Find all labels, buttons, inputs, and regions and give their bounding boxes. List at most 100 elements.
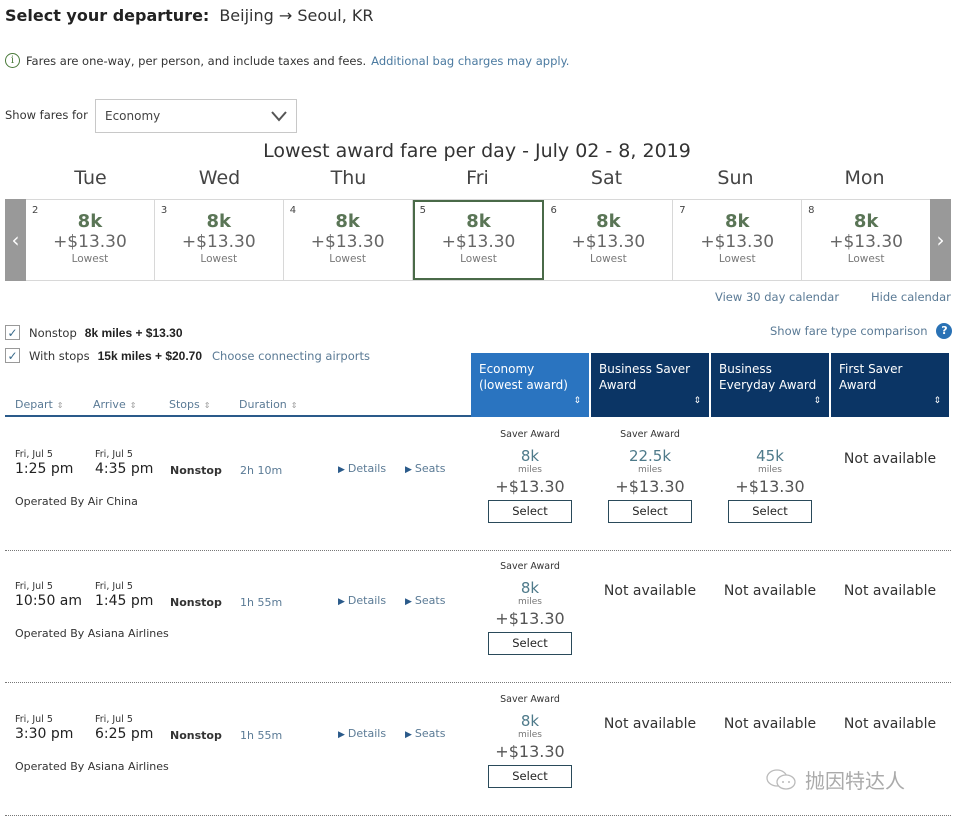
- fare-type: [711, 429, 829, 443]
- fare-cell: 45k miles +$13.30 Select: [711, 429, 829, 523]
- day-price: +$13.30: [571, 232, 646, 252]
- operator: Operated By Air China: [15, 495, 138, 508]
- day-note: Lowest: [200, 253, 238, 265]
- calendar-strip: ‹ 2 8k +$13.30 Lowest 3 8k +$13.30 Lowest 4 8k +$1…: [5, 199, 951, 281]
- day-note: Lowest: [460, 253, 497, 265]
- fare-header-business-saver[interactable]: Business Saver Award ⇕: [591, 353, 709, 417]
- arrive-date: Fri, Jul 5: [95, 449, 133, 460]
- calendar-next-button[interactable]: ›: [930, 199, 951, 281]
- day-note: Lowest: [590, 253, 627, 265]
- chat-bubbles-icon: [766, 768, 796, 790]
- fare-cell: Not available: [831, 561, 949, 599]
- chevron-right-icon: ›: [936, 228, 945, 252]
- seats-link[interactable]: ▶ Seats: [405, 462, 445, 475]
- sort-icon: ⇕: [693, 396, 701, 406]
- with-stops-checkbox[interactable]: ✓: [5, 348, 20, 363]
- calendar-prev-button[interactable]: ‹: [5, 199, 26, 281]
- day-date: 6: [550, 205, 557, 216]
- bag-charges-link[interactable]: Additional bag charges may apply.: [371, 54, 569, 68]
- nonstop-checkbox[interactable]: ✓: [5, 325, 20, 340]
- column-label: Arrive: [93, 398, 126, 411]
- day-name: Sat: [590, 167, 623, 189]
- info-icon: i: [5, 53, 20, 68]
- column-label: Depart: [15, 398, 53, 411]
- details-link[interactable]: ▶ Details: [338, 727, 386, 740]
- select-fare-button[interactable]: Select: [488, 500, 572, 523]
- day-miles: 8k: [335, 211, 360, 232]
- details-link[interactable]: ▶ Details: [338, 594, 386, 607]
- fare-header-economy[interactable]: Economy (lowest award) ⇕: [471, 353, 589, 417]
- fare-type-comparison-link[interactable]: Show fare type comparison: [770, 324, 927, 338]
- row-divider: [5, 815, 951, 816]
- operator: Operated By Asiana Airlines: [15, 627, 169, 640]
- calendar-days: 2 8k +$13.30 Lowest 3 8k +$13.30 Lowest 4 8k +$13.…: [26, 199, 931, 281]
- fare-cell: Saver Award 8k miles +$13.30 Select: [471, 429, 589, 523]
- calendar-day-mon[interactable]: 8 8k +$13.30 Lowest: [802, 200, 931, 280]
- help-icon[interactable]: ?: [936, 323, 953, 339]
- select-fare-button[interactable]: Select: [728, 500, 812, 523]
- fare-miles: 45k: [756, 447, 784, 465]
- select-fare-button[interactable]: Select: [488, 765, 572, 788]
- fare-header-first-saver[interactable]: First Saver Award ⇕: [831, 353, 949, 417]
- day-miles: 8k: [853, 211, 879, 232]
- sort-icon: ⇕: [933, 396, 941, 406]
- sort-stops[interactable]: Stops ⇕: [169, 398, 239, 411]
- fare-cell: Not available: [831, 429, 949, 467]
- sort-arrive[interactable]: Arrive ⇕: [93, 398, 169, 411]
- day-miles: 8k: [206, 211, 232, 232]
- select-fare-button[interactable]: Select: [488, 632, 572, 655]
- choose-connecting-airports-link[interactable]: Choose connecting airports: [212, 349, 370, 363]
- calendar-day-sun[interactable]: 7 8k +$13.30 Lowest: [673, 200, 803, 280]
- sort-depart[interactable]: Depart ⇕: [15, 398, 93, 411]
- sort-icon: ⇕: [573, 396, 581, 406]
- fare-header-business-everyday[interactable]: Business Everyday Award ⇕: [711, 353, 829, 417]
- depart-date: Fri, Jul 5: [15, 714, 53, 725]
- day-date: 4: [289, 205, 297, 216]
- calendar-day-tue[interactable]: 2 8k +$13.30 Lowest: [26, 200, 155, 280]
- with-stops-summary: 15k miles + $20.70: [97, 348, 203, 363]
- cabin-select[interactable]: Economy: [95, 99, 297, 133]
- depart-date: Fri, Jul 5: [15, 581, 53, 592]
- day-price: +$13.30: [829, 232, 903, 252]
- fare-header-label: Business Saver Award: [599, 362, 691, 392]
- hide-calendar-link[interactable]: Hide calendar: [871, 290, 951, 304]
- fare-header-label: First Saver Award: [839, 362, 903, 392]
- fare-cell: Not available: [591, 694, 709, 732]
- fare-type: Saver Award: [620, 429, 680, 440]
- duration: 2h 10m: [240, 464, 283, 477]
- fare-cell: Saver Award 8k miles +$13.30 Select: [471, 561, 589, 655]
- caret-right-icon: ▶: [338, 597, 345, 607]
- day-date: 7: [679, 205, 686, 216]
- caret-right-icon: ▶: [405, 730, 412, 740]
- day-miles: 8k: [466, 211, 491, 232]
- day-name: Mon: [844, 167, 885, 189]
- depart-time: 1:25 pm: [15, 461, 74, 477]
- details-link[interactable]: ▶ Details: [338, 462, 386, 475]
- watermark-text: 抛因特达人: [805, 769, 905, 793]
- sort-icon: ⇕: [203, 401, 211, 410]
- calendar-title: Lowest award fare per day - July 02 - 8,…: [263, 140, 691, 162]
- calendar-day-wed[interactable]: 3 8k +$13.30 Lowest: [154, 200, 284, 280]
- miles-label: miles: [518, 465, 542, 475]
- view-30-day-calendar-link[interactable]: View 30 day calendar: [715, 290, 839, 304]
- select-fare-button[interactable]: Select: [608, 500, 692, 523]
- seats-link[interactable]: ▶ Seats: [405, 594, 445, 607]
- page-title: Select your departure: Beijing → Seoul, K…: [5, 6, 374, 25]
- sort-duration[interactable]: Duration ⇕: [239, 398, 297, 411]
- seats-link[interactable]: ▶ Seats: [405, 727, 445, 740]
- calendar-day-thu[interactable]: 4 8k +$13.30 Lowest: [283, 200, 413, 280]
- depart-time: 3:30 pm: [15, 726, 74, 742]
- calendar-day-fri[interactable]: 5 8k +$13.30 Lowest: [412, 200, 545, 280]
- details-label: Details: [347, 727, 387, 740]
- day-date: 3: [160, 205, 168, 216]
- watermark: 抛因特达人: [765, 765, 905, 794]
- day-note: Lowest: [847, 253, 885, 265]
- caret-right-icon: ▶: [405, 465, 412, 475]
- day-price: +$13.30: [310, 232, 385, 252]
- arrive-time: 4:35 pm: [95, 461, 154, 477]
- calendar-day-sat[interactable]: 6 8k +$13.30 Lowest: [544, 200, 674, 280]
- day-miles: 8k: [724, 211, 750, 232]
- nonstop-summary: 8k miles + $13.30: [84, 325, 183, 340]
- fare-info-text: Fares are one-way, per person, and inclu…: [26, 53, 367, 68]
- title-label: Select your departure:: [5, 6, 210, 25]
